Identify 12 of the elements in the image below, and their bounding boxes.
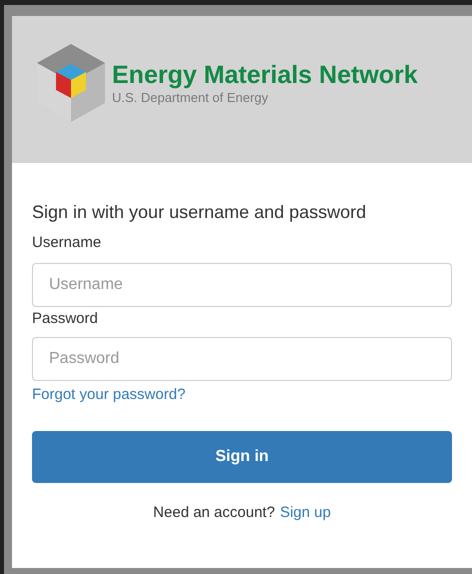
field-label: Username — [32, 233, 102, 253]
form-heading: Sign in with your username and password — [32, 201, 368, 223]
field-label: Password — [32, 309, 99, 329]
brand-title: Energy Materials Network — [112, 60, 418, 90]
forgot-password-link[interactable]: Forgot your password? — [32, 385, 186, 405]
sign-in-button[interactable]: Sign in — [32, 431, 452, 483]
sign-up-link[interactable]: Sign up — [280, 503, 331, 523]
input-field[interactable]: Username — [32, 263, 452, 307]
signup-prompt: Need an account? — [153, 503, 275, 523]
brand-subtitle: U.S. Department of Energy — [112, 90, 270, 106]
cube-logo-icon — [34, 42, 108, 124]
input-field[interactable]: Password — [32, 337, 452, 381]
